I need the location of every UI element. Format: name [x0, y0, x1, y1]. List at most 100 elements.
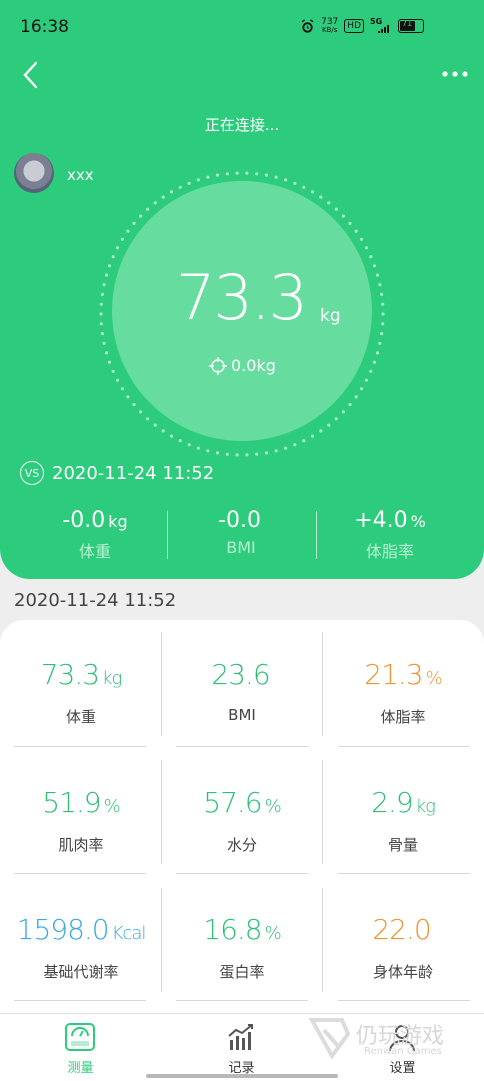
metric-label: BMI [228, 706, 256, 724]
ring-dot [111, 255, 115, 259]
signal-indicator: 5G [370, 17, 392, 33]
header-panel: 16:38 737 KB/s HD 5G 71 正在连接... xxx 73.3… [0, 0, 484, 579]
metric-label: 体重 [65, 708, 96, 726]
ring-dot [100, 292, 104, 296]
ring-dot [187, 181, 191, 185]
metric-value: 2.9 kg [322, 786, 484, 819]
alarm-icon [301, 18, 314, 33]
compare-weight: -0.0 kg 体重 [15, 507, 175, 562]
metric-number: 23.6 [211, 658, 270, 691]
vs-icon: VS [20, 461, 44, 485]
metric-label: 蛋白率 [219, 963, 265, 981]
metrics-panel: 73.3 kg 体重 23.6 BMI 21.3% 体脂率 51.9% 肌肉率 57.6% 水分 2.… [0, 620, 484, 1015]
metric-bmi[interactable]: 23.6 BMI [161, 620, 323, 748]
ring-dot [225, 172, 229, 176]
avatar[interactable] [14, 153, 54, 193]
home-indicator[interactable] [146, 1074, 338, 1078]
ring-dot [146, 417, 150, 421]
more-options-button[interactable] [440, 62, 470, 88]
grid-divider [338, 873, 470, 874]
metric-value: 16.8% [161, 913, 323, 946]
ring-dot [319, 195, 323, 199]
ring-dot [378, 341, 382, 345]
ring-dot [354, 229, 358, 233]
metric-label: 肌肉率 [58, 836, 104, 854]
status-icons: 737 KB/s HD 5G 71 [300, 17, 424, 35]
compare-body-fat-unit: % [410, 512, 426, 531]
metric-weight[interactable]: 73.3 kg 体重 [0, 620, 162, 748]
back-arrow-icon[interactable] [14, 58, 48, 92]
grid-divider [338, 746, 470, 747]
ring-dot [132, 221, 136, 225]
ring-dot [206, 449, 210, 453]
ring-dot [245, 453, 249, 457]
ring-dot [126, 395, 130, 399]
metric-muscle-rate[interactable]: 51.9% 肌肉率 [0, 748, 162, 876]
ring-dot [100, 332, 104, 336]
metric-value: 23.6 [161, 658, 323, 691]
ring-dot [369, 369, 373, 373]
ring-dot [375, 273, 380, 277]
metric-bmr[interactable]: 1598.0 Kcal 基础代谢率 [0, 875, 162, 1003]
ring-dot [153, 423, 157, 427]
ring-dot [310, 190, 315, 194]
ring-dot [187, 443, 191, 447]
chart-icon [228, 1024, 253, 1050]
net-speed: 737 KB/s [321, 17, 339, 35]
metric-label: 骨量 [387, 836, 418, 854]
metric-water[interactable]: 57.6% 水分 [161, 748, 323, 876]
ring-dot [264, 451, 269, 455]
ring-dot [196, 178, 200, 182]
ring-dot [378, 283, 382, 287]
compare-body-fat-label: 体脂率 [365, 542, 414, 561]
ring-dot [115, 378, 120, 382]
metric-value: 22.0 [322, 913, 484, 946]
metric-unit: % [425, 668, 443, 689]
ring-dot [178, 439, 182, 443]
metric-label: 身体年龄 [372, 963, 433, 981]
ring-dot [99, 322, 103, 326]
metric-value: 51.9% [0, 786, 162, 819]
compare-date: 2020-11-24 11:52 [52, 462, 215, 484]
ring-dot [293, 443, 297, 447]
ring-dot [319, 429, 323, 433]
metric-number: 73.3 [40, 658, 100, 691]
metric-value: 21.3% [322, 658, 484, 691]
username: xxx [67, 166, 94, 184]
metric-protein-rate[interactable]: 16.8% 蛋白率 [161, 875, 323, 1003]
tab-measure[interactable]: 测量 [0, 1014, 161, 1081]
grid-divider [14, 746, 146, 747]
metric-body-age[interactable]: 22.0 身体年龄 [322, 875, 484, 1003]
ring-dot [334, 207, 338, 211]
ring-dot [99, 302, 103, 306]
metric-body-fat[interactable]: 21.3% 体脂率 [322, 620, 484, 748]
metric-bone-mass[interactable]: 2.9 kg 骨量 [322, 748, 484, 876]
metric-number: 57.6 [203, 786, 262, 819]
metric-label: 基础代谢率 [43, 963, 119, 981]
ring-dot [169, 434, 174, 438]
ring-dot [255, 172, 259, 176]
grid-divider [161, 760, 162, 864]
ring-dot [102, 283, 106, 287]
ring-dot [302, 185, 306, 189]
ring-dot [107, 264, 112, 268]
ring-dot [264, 173, 269, 177]
tab-records[interactable]: 记录 [161, 1014, 322, 1081]
compare-bmi-value: -0.0 [218, 508, 261, 533]
ring-dot [274, 449, 278, 453]
grid-divider [176, 1000, 308, 1001]
ring-dot [284, 446, 288, 450]
connection-status: 正在连接... [204, 116, 280, 134]
weight-value: 73.3 [176, 261, 308, 334]
grid-divider [322, 760, 323, 864]
ring-dot [132, 403, 136, 407]
ring-dot [360, 387, 364, 391]
ring-dot [348, 403, 352, 407]
ring-dot [341, 410, 345, 414]
ring-dot [153, 201, 157, 205]
ring-dot [120, 237, 124, 241]
ring-dot [139, 410, 143, 414]
compare-body-fat-value: +4.0 [354, 508, 408, 533]
compare-bmi: -0.0 BMI [161, 507, 321, 557]
metric-value: 73.3 kg [0, 658, 162, 691]
